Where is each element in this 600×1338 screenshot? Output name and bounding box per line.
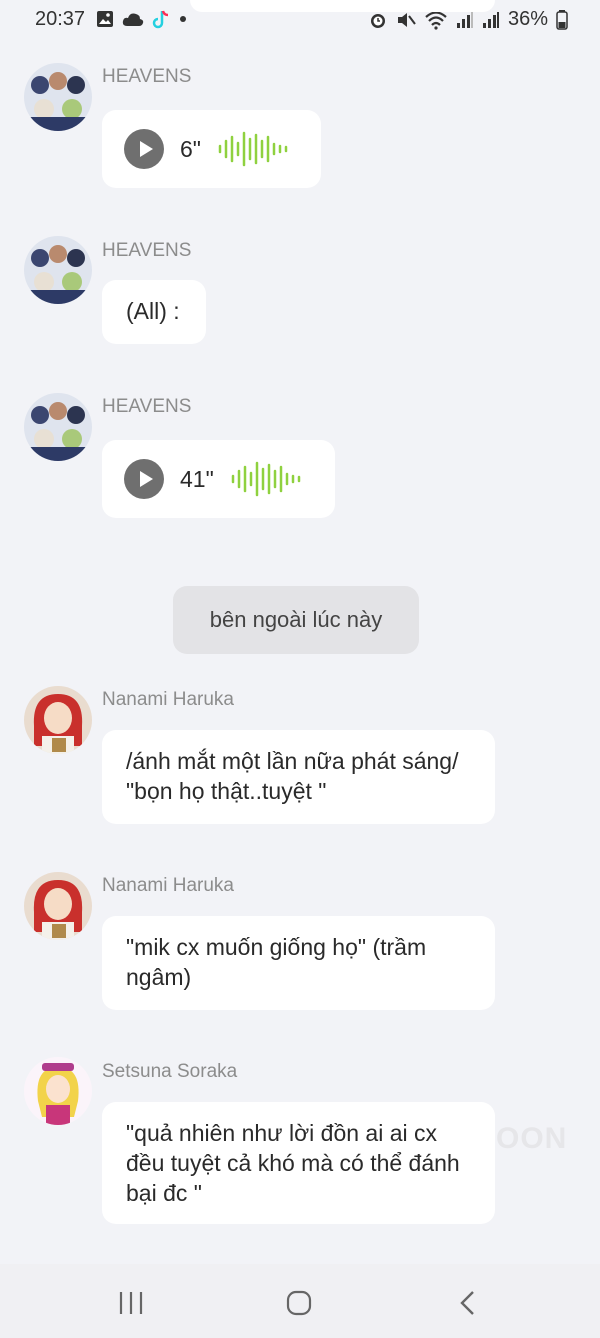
message-bubble[interactable]: /ánh mắt một lần nữa phát sáng/ "bọn họ … [102, 730, 495, 824]
sender-name: HEAVENS [102, 240, 192, 261]
home-icon[interactable] [286, 1290, 312, 1316]
cloud-icon [122, 13, 144, 26]
avatar[interactable] [24, 872, 92, 940]
avatar[interactable] [24, 236, 92, 304]
message-bubble[interactable]: "mik cx muốn giống họ" (trầm ngâm) [102, 916, 495, 1010]
sender-name: HEAVENS [102, 396, 192, 417]
sender-name: Setsuna Soraka [102, 1061, 238, 1082]
play-icon[interactable] [124, 459, 164, 499]
message-bubble[interactable]: (All) : [102, 280, 206, 344]
message-bubble[interactable]: "quả nhiên như lời đồn ai ai cx đều tuyệ… [102, 1102, 495, 1224]
battery-icon [556, 9, 568, 30]
mute-icon [397, 12, 416, 27]
voice-message-bubble[interactable]: 41" [102, 440, 335, 518]
watermark: OON [496, 1122, 568, 1155]
gallery-icon [97, 11, 113, 27]
sender-name: Nanami Haruka [102, 689, 234, 710]
back-icon[interactable] [458, 1290, 478, 1316]
play-icon[interactable] [124, 129, 164, 169]
battery-percent: 36% [507, 8, 548, 30]
avatar[interactable] [24, 63, 92, 131]
avatar[interactable] [24, 686, 92, 754]
voice-duration: 6" [180, 136, 201, 162]
signal-icon [456, 11, 473, 28]
voice-message-bubble[interactable]: 6" [102, 110, 321, 188]
sender-name: HEAVENS [102, 66, 192, 87]
dot-icon [180, 16, 186, 22]
waveform-icon [231, 461, 300, 497]
wifi-icon [425, 10, 447, 30]
sender-name: Nanami Haruka [102, 875, 234, 896]
waveform-icon [218, 131, 288, 167]
avatar[interactable] [24, 393, 92, 461]
tiktok-icon [152, 10, 169, 29]
system-message: bên ngoài lúc này [173, 586, 419, 654]
signal-icon [482, 11, 499, 28]
voice-duration: 41" [180, 466, 214, 492]
alarm-icon [370, 13, 385, 28]
avatar[interactable] [24, 1057, 92, 1125]
top-sheet-edge [190, 0, 495, 12]
navigation-bar [0, 1264, 600, 1338]
status-time: 20:37 [35, 8, 86, 30]
recent-apps-icon[interactable] [118, 1290, 144, 1316]
